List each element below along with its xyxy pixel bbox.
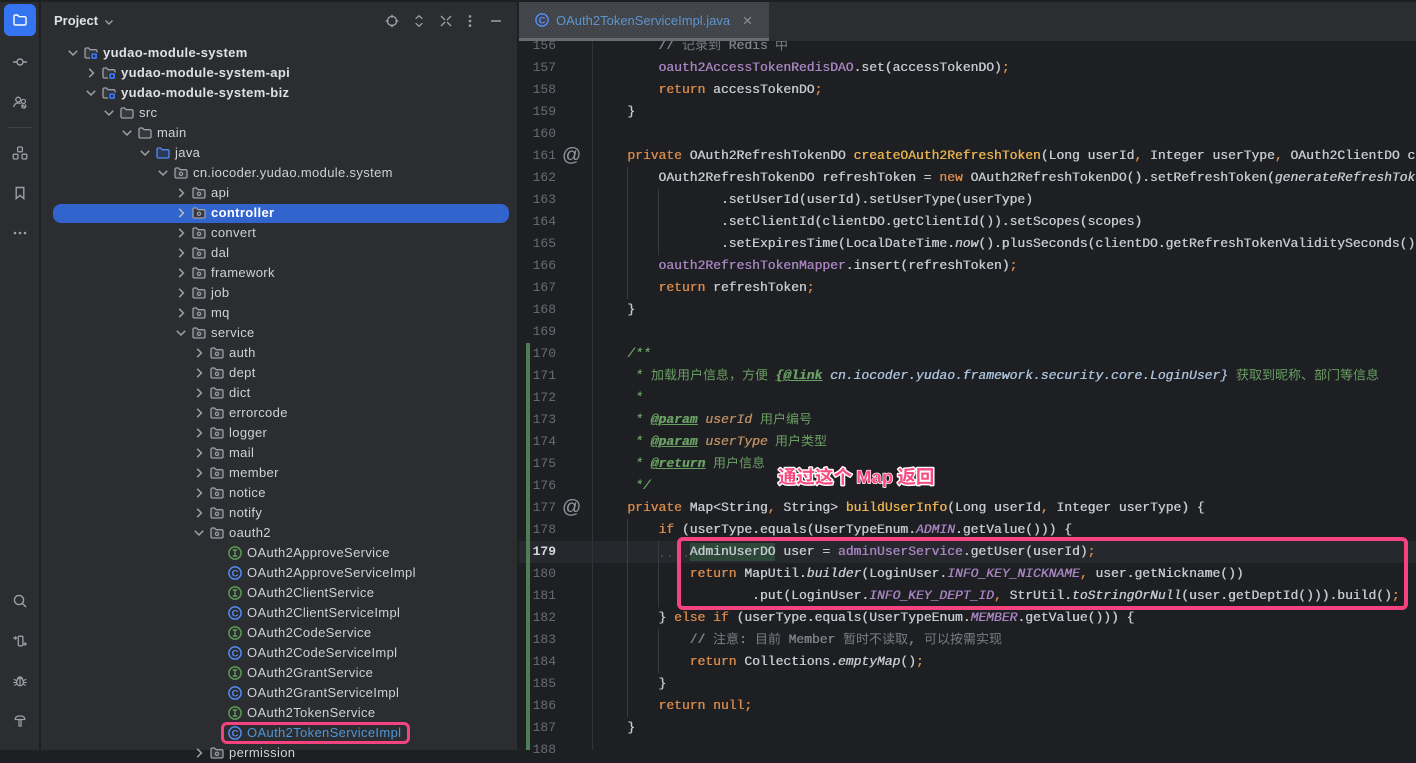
svg-text:C: C: [232, 608, 239, 619]
svg-text:C: C: [232, 688, 239, 699]
svg-text:C: C: [232, 648, 239, 659]
svg-text:C: C: [539, 15, 546, 26]
svg-text:C: C: [232, 568, 239, 579]
